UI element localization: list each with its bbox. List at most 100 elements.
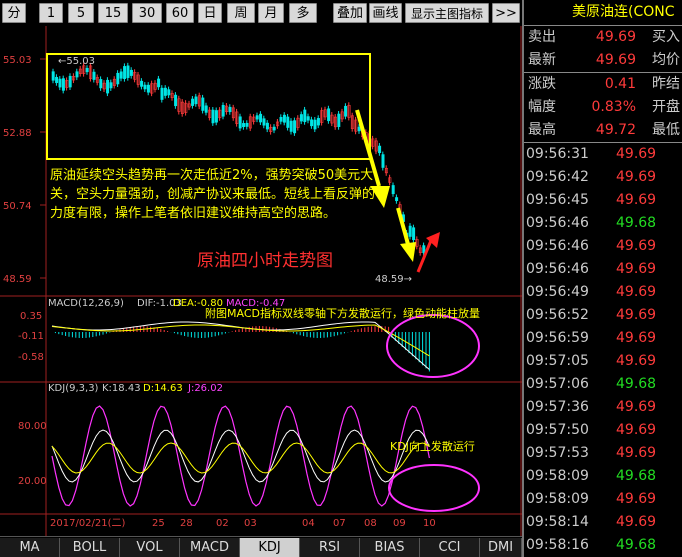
tick-price: 49.69 <box>616 192 657 208</box>
candle-body <box>245 122 249 127</box>
candle-body <box>204 105 208 113</box>
candle-body <box>160 87 164 100</box>
tick-row: 09:57:53 49.69 <box>524 442 682 465</box>
candle-body <box>344 105 348 117</box>
candle-body <box>51 71 55 81</box>
tick-time: 09:56:46 <box>526 238 589 254</box>
tick-row: 09:57:05 49.69 <box>524 350 682 373</box>
candle-body <box>279 117 283 122</box>
tick-time: 09:58:09 <box>526 468 589 484</box>
period-toolbar: 分 1 5 15 30 60 日 周 月 多 叠加 画线 显示主图指标 >> <box>0 0 522 26</box>
tick-row: 09:57:06 49.68 <box>524 373 682 396</box>
period-week-button[interactable]: 周 <box>227 3 255 23</box>
candle-body <box>408 225 412 237</box>
candle-body <box>262 118 266 126</box>
tick-time: 09:56:42 <box>526 169 589 185</box>
tab-macd[interactable]: MACD <box>180 538 240 557</box>
tick-time: 09:57:36 <box>526 399 589 415</box>
tab-dmi[interactable]: DMI <box>480 538 522 557</box>
quote-label: 最高 <box>528 122 556 138</box>
tick-price: 49.69 <box>616 261 657 277</box>
tick-list[interactable]: 09:56:31 49.69 09:56:42 49.69 09:56:45 49.69 0… <box>524 143 682 557</box>
date-axis: 2017/02/21(二) 25 28 02 03 04 07 08 09 10 <box>50 518 436 529</box>
tab-cci[interactable]: CCI <box>420 538 480 557</box>
candle-body <box>316 118 320 126</box>
tab-vol[interactable]: VOL <box>120 538 180 557</box>
macd-axis-label: 0.35 <box>20 311 42 322</box>
quote-row-high: 最高 49.72 最低 <box>524 119 682 142</box>
kline-chart-area[interactable]: 55.03 52.88 50.74 48.59 ←55.03 48.59→ MA… <box>0 26 522 536</box>
kdj-axis-label: 80.00 <box>18 421 47 432</box>
period-month-button[interactable]: 月 <box>258 3 284 23</box>
period-1min-button[interactable]: 1 <box>39 3 63 23</box>
period-30min-button[interactable]: 30 <box>132 3 162 23</box>
tick-price: 49.68 <box>616 537 657 553</box>
candle-body <box>55 76 59 84</box>
period-5min-button[interactable]: 5 <box>68 3 94 23</box>
tick-row: 09:58:16 49.68 <box>524 534 682 557</box>
tick-time: 09:56:46 <box>526 215 589 231</box>
tick-row: 09:56:45 49.69 <box>524 189 682 212</box>
quote-label: 均价 <box>652 52 680 68</box>
candle-body <box>106 79 110 94</box>
candle-body <box>116 72 120 85</box>
period-15min-button[interactable]: 15 <box>98 3 128 23</box>
candle-body <box>255 115 259 120</box>
macd-highlight-circle <box>386 314 480 378</box>
quote-value: 49.72 <box>595 122 636 138</box>
tab-bias[interactable]: BIAS <box>360 538 420 557</box>
candle-body <box>303 109 307 123</box>
macd-title: MACD(12,26,9) <box>48 298 124 309</box>
tick-row: 09:56:46 49.69 <box>524 235 682 258</box>
overlay-button[interactable]: 叠加 <box>333 3 367 23</box>
tick-price: 49.69 <box>616 353 657 369</box>
macd-annotation: 附图MACD指标双线零轴下方发散运行，绿色动能柱放量 <box>205 307 480 320</box>
tab-boll[interactable]: BOLL <box>60 538 120 557</box>
period-day-button[interactable]: 日 <box>198 3 222 23</box>
period-60min-button[interactable]: 60 <box>166 3 194 23</box>
chart-canvas: 55.03 52.88 50.74 48.59 ←55.03 48.59→ MA… <box>0 26 522 536</box>
candle-body <box>140 80 144 87</box>
quote-value: 0.83% <box>591 99 636 115</box>
period-multi-button[interactable]: 多 <box>289 3 317 23</box>
price-axis: 55.03 52.88 50.74 48.59 <box>3 55 46 285</box>
tick-row: 09:56:49 49.69 <box>524 281 682 304</box>
period-minute-button[interactable]: 分 <box>2 3 26 23</box>
candle-body <box>337 113 341 127</box>
candle-body <box>395 197 399 202</box>
tick-time: 09:58:14 <box>526 514 589 530</box>
more-button[interactable]: >> <box>492 3 520 23</box>
candle-body <box>282 114 286 123</box>
quote-value: 0.41 <box>604 76 636 92</box>
tick-row: 09:56:46 49.69 <box>524 258 682 281</box>
quote-label: 最低 <box>652 122 680 138</box>
price-label: 50.74 <box>3 201 32 212</box>
tick-row: 09:56:46 49.68 <box>524 212 682 235</box>
candle-body <box>61 78 65 91</box>
show-main-indicator-button[interactable]: 显示主图指标 <box>405 3 489 23</box>
tab-ma[interactable]: MA <box>0 538 60 557</box>
date-label: 10 <box>423 518 436 529</box>
candle-body <box>378 145 382 154</box>
candle-body <box>381 154 385 168</box>
candle-body <box>174 94 178 107</box>
quote-label: 涨跌 <box>528 76 556 92</box>
candle-body <box>306 116 310 121</box>
kdj-annotation: KDJ向上发散运行 <box>390 440 475 453</box>
candle-body <box>163 87 167 96</box>
candle-body <box>119 71 123 79</box>
candle-body <box>126 65 130 78</box>
draw-line-button[interactable]: 画线 <box>369 3 402 23</box>
tab-kdj[interactable]: KDJ <box>240 538 300 557</box>
tab-rsi[interactable]: RSI <box>300 538 360 557</box>
candle-body <box>310 119 314 127</box>
candle-body <box>75 71 79 78</box>
candle-body <box>289 120 293 132</box>
kdj-title: KDJ(9,3,3) <box>48 383 99 394</box>
tick-time: 09:56:45 <box>526 192 589 208</box>
candle-body <box>391 185 395 195</box>
date-label: 25 <box>152 518 165 529</box>
quote-row-pct: 幅度 0.83% 开盘 <box>524 96 682 119</box>
tick-time: 09:56:52 <box>526 307 589 323</box>
quote-value: 49.69 <box>595 29 636 45</box>
